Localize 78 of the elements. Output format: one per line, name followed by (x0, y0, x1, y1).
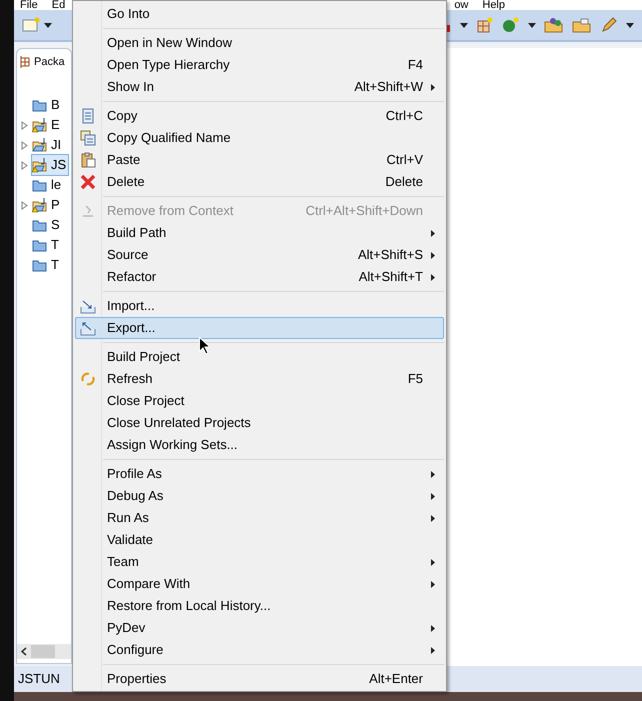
submenu-arrow-icon (431, 646, 435, 654)
menu-item[interactable]: Export... (75, 317, 444, 339)
menu-item[interactable]: Build Project (75, 346, 444, 368)
submenu-arrow-icon (431, 274, 435, 280)
submenu-arrow-icon (431, 580, 435, 588)
menu-bar-item[interactable]: Help (482, 0, 505, 10)
package-icon (19, 55, 31, 69)
tree-item[interactable]: T (31, 234, 62, 256)
dropdown-caret-icon[interactable] (44, 22, 52, 28)
remove-icon (80, 203, 96, 219)
submenu-arrow-icon (431, 230, 435, 236)
folder-icon[interactable] (572, 17, 592, 33)
menu-item[interactable]: Assign Working Sets... (75, 434, 444, 456)
menu-item[interactable]: Build Path (75, 222, 444, 244)
menu-item[interactable]: Show In Alt+Shift+W (75, 76, 444, 98)
delete-icon (80, 174, 96, 190)
menu-item[interactable]: Restore from Local History... (75, 595, 444, 617)
menu-item[interactable]: Open Type Hierarchy F4 (75, 54, 444, 76)
menu-item[interactable]: Refresh F5 (75, 368, 444, 390)
menu-item[interactable]: Close Unrelated Projects (75, 412, 444, 434)
dropdown-caret-icon[interactable] (626, 22, 634, 28)
submenu-arrow-icon (431, 470, 435, 478)
tree-item[interactable]: S (31, 214, 63, 236)
panel-tab-label[interactable]: Packa (34, 54, 65, 70)
clipboard-icon (80, 152, 96, 168)
tray-arrow-icon (80, 320, 96, 336)
menu-item[interactable]: Open in New Window (75, 32, 444, 54)
menu-item[interactable]: Go Into (75, 3, 444, 25)
expand-triangle-icon[interactable] (21, 120, 29, 130)
menu-bar-item[interactable]: Ed (52, 0, 66, 10)
menu-item[interactable]: Profile As (75, 463, 444, 485)
tray-arrow-icon (80, 298, 96, 314)
stacked-documents-icon (80, 130, 96, 146)
tree-item[interactable]: E (31, 114, 63, 136)
submenu-arrow-icon (431, 624, 435, 632)
tree-item[interactable]: T (31, 254, 62, 276)
menu-item[interactable]: Import... (75, 295, 444, 317)
status-text: JSTUN (18, 670, 60, 688)
document-icon (80, 108, 96, 124)
menu-item[interactable]: Copy Ctrl+C (75, 105, 444, 127)
open-folder-icon[interactable] (544, 17, 564, 33)
dropdown-caret-icon[interactable] (528, 22, 536, 28)
submenu-arrow-icon (431, 84, 435, 90)
menu-item[interactable]: Paste Ctrl+V (75, 149, 444, 171)
menu-item[interactable]: Properties Alt+Enter (75, 668, 444, 690)
menu-item[interactable]: PyDev (75, 617, 444, 639)
menu-item[interactable]: Compare With (75, 573, 444, 595)
scrollbar-thumb[interactable] (31, 645, 55, 658)
menu-item[interactable]: Close Project (75, 390, 444, 412)
tree-item[interactable]: B (31, 94, 63, 116)
mouse-cursor-icon (199, 337, 210, 354)
tree-item[interactable]: JS (31, 154, 70, 176)
menu-item[interactable]: Copy Qualified Name (75, 127, 444, 149)
class-plus-icon[interactable] (502, 17, 520, 33)
menu-item[interactable]: Debug As (75, 485, 444, 507)
submenu-arrow-icon (431, 514, 435, 522)
menu-item[interactable]: Refactor Alt+Shift+T (75, 266, 444, 288)
menu-bar-item[interactable]: File (20, 0, 38, 10)
tree-item[interactable]: JI (31, 134, 64, 156)
menu-item[interactable]: Run As (75, 507, 444, 529)
menu-item[interactable]: Validate (75, 529, 444, 551)
submenu-arrow-icon (431, 492, 435, 500)
pen-icon[interactable] (600, 17, 618, 33)
expand-triangle-icon[interactable] (21, 140, 29, 150)
menu-item[interactable]: Source Alt+Shift+S (75, 244, 444, 266)
refresh-arrows-icon (80, 371, 96, 387)
menu-item[interactable]: Team (75, 551, 444, 573)
tree-item[interactable]: P (31, 194, 63, 216)
dropdown-caret-icon[interactable] (460, 22, 468, 28)
menu-item[interactable]: Configure (75, 639, 444, 661)
expand-triangle-icon[interactable] (21, 160, 29, 170)
tree-item[interactable]: le (31, 174, 64, 196)
menu-bar-item[interactable]: ow (454, 0, 468, 10)
submenu-arrow-icon (431, 252, 435, 258)
grid-plus-icon[interactable] (476, 17, 494, 33)
expand-triangle-icon[interactable] (21, 200, 29, 210)
menu-item[interactable]: Delete Delete (75, 171, 444, 193)
submenu-arrow-icon (431, 558, 435, 566)
